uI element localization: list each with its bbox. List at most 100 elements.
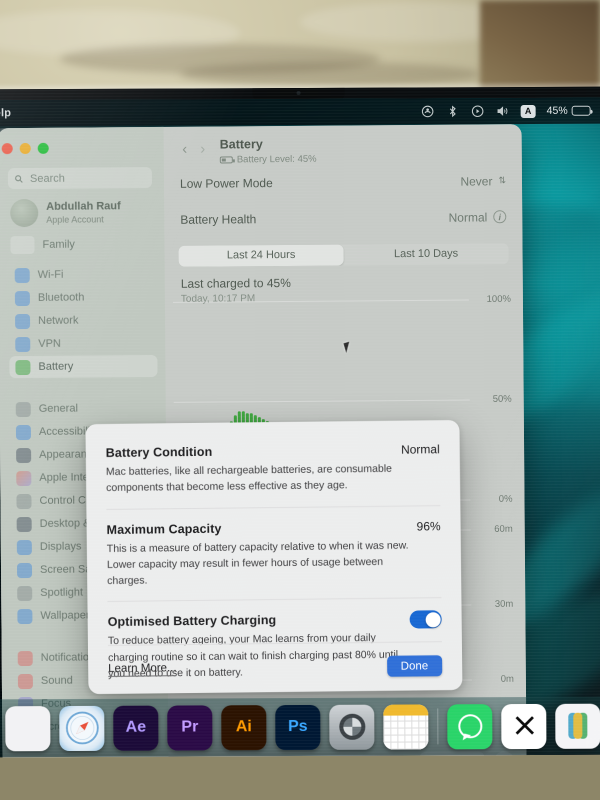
search-placeholder: Search xyxy=(29,172,65,185)
sidebar-item-vpn[interactable]: VPN xyxy=(9,332,157,355)
forward-button[interactable]: › xyxy=(194,141,212,158)
section-title: Optimised Battery Charging xyxy=(107,613,277,630)
sidebar-item-bluetooth[interactable]: Bluetooth xyxy=(9,286,157,309)
sidebar-item-label: VPN xyxy=(38,337,61,350)
learn-more-link[interactable]: Learn More... xyxy=(108,661,177,677)
sidebar-item-family[interactable]: Family xyxy=(10,235,154,255)
account-name: Abdullah Rauf xyxy=(46,200,121,213)
content-header: ‹ › Battery Battery Level: 45% xyxy=(164,124,522,166)
passwords-icon xyxy=(568,712,588,739)
y-axis-tick-label: 60m xyxy=(494,523,513,535)
dock-item-premiere-pro[interactable]: Pr xyxy=(167,704,213,751)
desktop-dock-icon xyxy=(16,516,32,532)
search-icon xyxy=(15,174,23,183)
y-axis-tick-label: 30m xyxy=(494,598,514,610)
dock[interactable]: Ae Pr Ai Ps ⨉ xyxy=(0,696,600,758)
sheet-footer: Learn More... Done xyxy=(107,641,443,680)
search-input[interactable]: Search xyxy=(7,167,153,190)
value-label: Never xyxy=(460,174,493,189)
sidebar-item-label: Battery xyxy=(38,360,74,373)
segment-last-10-days[interactable]: Last 10 Days xyxy=(343,243,508,265)
battery-health-value[interactable]: Normal i xyxy=(449,210,507,224)
dock-item-passwords[interactable] xyxy=(555,703,600,749)
dock-item-system-settings[interactable] xyxy=(329,704,375,750)
input-source-indicator[interactable]: A xyxy=(520,104,536,118)
accessibility-icon xyxy=(15,424,32,440)
family-icon xyxy=(10,235,35,255)
menu-bar[interactable]: elp A 45% xyxy=(0,97,600,127)
battery-icon xyxy=(15,359,31,375)
done-button[interactable]: Done xyxy=(386,655,443,677)
screen-mirroring-icon[interactable] xyxy=(471,104,485,118)
battery-percent-label: 45% xyxy=(546,104,568,117)
low-power-mode-value[interactable]: Never ⇅ xyxy=(460,174,506,188)
sidebar-account[interactable]: Abdullah Rauf Apple Account xyxy=(10,198,154,228)
app-glyph: Pr xyxy=(181,718,199,736)
optimised-battery-charging-toggle[interactable] xyxy=(409,610,442,629)
appearance-icon xyxy=(16,447,32,463)
battery-icon xyxy=(571,105,591,116)
dock-item-after-effects[interactable]: Ae xyxy=(113,705,159,751)
section-title: Maximum Capacity xyxy=(106,521,222,537)
bluetooth-icon[interactable] xyxy=(446,104,460,118)
mini-battery-icon xyxy=(219,156,233,164)
wifi-icon xyxy=(14,267,30,283)
y-axis-tick-label: 0% xyxy=(498,493,513,505)
network-icon xyxy=(15,313,31,329)
sidebar-item-general[interactable]: General xyxy=(10,397,158,420)
y-axis-tick-label: 100% xyxy=(486,293,511,305)
segment-last-24-hours[interactable]: Last 24 Hours xyxy=(178,244,344,267)
battery-level-subtitle: Battery Level: 45% xyxy=(219,153,317,166)
sidebar-separator xyxy=(0,378,166,388)
close-button[interactable] xyxy=(1,143,13,155)
dock-item-photoshop[interactable]: Ps xyxy=(275,704,321,750)
menu-help[interactable]: elp xyxy=(0,107,11,119)
bluetooth-icon xyxy=(14,290,30,306)
volume-icon[interactable] xyxy=(496,104,510,118)
menubar-battery[interactable]: 45% xyxy=(547,105,591,117)
app-glyph: Ai xyxy=(235,718,252,736)
zoom-button[interactable] xyxy=(37,142,49,154)
account-subtitle: Apple Account xyxy=(46,214,104,225)
gear-icon xyxy=(15,401,31,417)
section-title: Battery Condition xyxy=(105,444,213,460)
info-icon[interactable]: i xyxy=(493,210,507,224)
wallpaper-icon xyxy=(17,608,33,624)
dock-item-launchpad[interactable] xyxy=(5,705,51,751)
safari-icon xyxy=(65,711,99,745)
y-axis-tick-label: 0m xyxy=(500,673,514,685)
control-center-icon[interactable] xyxy=(421,104,435,118)
control-center-icon xyxy=(16,493,32,509)
section-battery-condition: Battery Condition Normal Mac batteries, … xyxy=(106,442,441,508)
minimize-button[interactable] xyxy=(19,142,31,155)
sidebar-item-battery[interactable]: Battery xyxy=(9,354,158,379)
row-battery-health[interactable]: Battery Health Normal i xyxy=(178,199,508,238)
row-low-power-mode[interactable]: Low Power Mode Never ⇅ xyxy=(178,163,508,202)
dock-item-safari[interactable] xyxy=(59,705,105,751)
section-body: Mac batteries, like all rechargeable bat… xyxy=(105,462,392,495)
vpn-icon xyxy=(15,336,31,352)
apple-intelligence-icon xyxy=(16,470,32,486)
avatar xyxy=(10,198,39,228)
calendar-grid xyxy=(383,714,429,750)
battery-level-text: Battery Level: 45% xyxy=(236,153,317,166)
dock-item-illustrator[interactable]: Ai xyxy=(221,704,267,750)
notifications-icon xyxy=(17,650,33,666)
system-settings-window[interactable]: Search Abdullah Rauf Apple Account Famil… xyxy=(0,124,527,758)
sidebar-item-wi-fi[interactable]: Wi-Fi xyxy=(9,263,157,286)
calendar-header xyxy=(383,703,429,716)
sidebar-item-label: Sound xyxy=(40,674,73,687)
dock-item-whatsapp[interactable] xyxy=(447,703,493,749)
value-label: Normal xyxy=(448,210,488,225)
screen-saver-icon xyxy=(16,562,33,578)
battery-health-sheet[interactable]: Battery Condition Normal Mac batteries, … xyxy=(85,419,463,695)
sidebar-item-network[interactable]: Network xyxy=(9,309,157,332)
battery-condition-value: Normal xyxy=(400,442,440,457)
sidebar-item-label: Family xyxy=(42,238,75,251)
dock-item-capcut[interactable]: ⨉ xyxy=(501,703,547,749)
time-range-segmented-control[interactable]: Last 24 Hours Last 10 Days xyxy=(178,242,509,267)
traffic-lights[interactable] xyxy=(0,133,164,155)
app-glyph: Ae xyxy=(125,718,147,736)
dock-item-calendar[interactable] xyxy=(383,703,429,750)
back-button[interactable]: ‹ xyxy=(176,141,194,158)
